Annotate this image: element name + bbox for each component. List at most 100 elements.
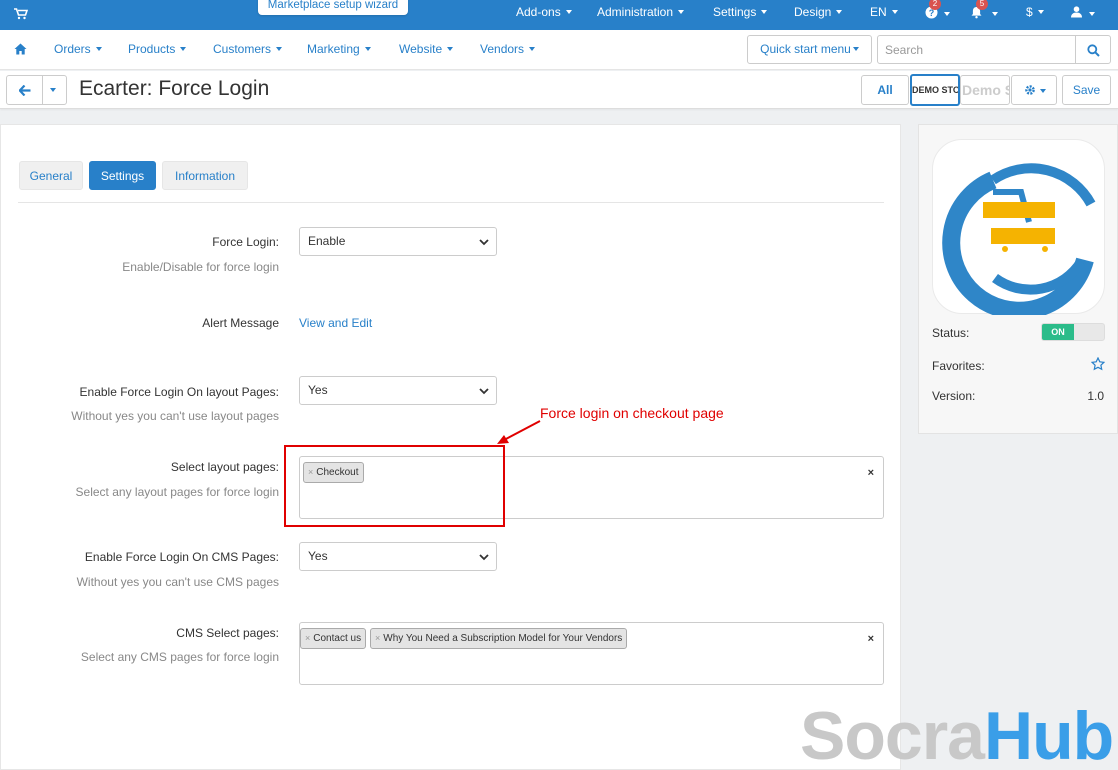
currency-menu-label: $: [1026, 5, 1033, 19]
nav-website-label: Website: [399, 42, 443, 56]
back-dropdown-button[interactable]: [42, 75, 67, 105]
chevron-down-icon: [992, 12, 998, 16]
version-value: 1.0: [1087, 389, 1104, 403]
save-button[interactable]: Save: [1062, 75, 1111, 105]
nav-orders-label: Orders: [54, 42, 91, 56]
force-login-value: Enable: [308, 234, 346, 248]
cms-pages-multiselect[interactable]: × Contact us × Why You Need a Subscription…: [299, 622, 884, 685]
chevron-down-icon: [852, 46, 859, 51]
force-login-select[interactable]: Enable: [299, 227, 497, 256]
administration-menu-label: Administration: [597, 5, 674, 19]
remove-chip-icon[interactable]: ×: [305, 633, 310, 643]
clear-all-icon[interactable]: ×: [868, 633, 874, 645]
clear-all-icon[interactable]: ×: [868, 467, 874, 479]
language-menu[interactable]: EN: [870, 0, 898, 30]
tab-settings[interactable]: Settings: [89, 161, 156, 190]
storefront-demo-store-2-logo[interactable]: Demo Store: [960, 75, 1010, 105]
search-input[interactable]: [877, 35, 1076, 64]
chip-label: Contact us: [313, 633, 362, 644]
arrow-left-icon: [19, 85, 31, 96]
cms-pages-enabled-value: Yes: [308, 549, 328, 563]
chevron-down-icon: [529, 46, 536, 51]
tab-general[interactable]: General: [19, 161, 83, 190]
chevron-down-icon: [276, 46, 283, 51]
layout-pages-enabled-hint: Without yes you can't use layout pages: [71, 409, 279, 423]
help-badge: 2: [929, 0, 941, 10]
nav-products[interactable]: Products: [128, 30, 187, 70]
currency-menu[interactable]: $: [1026, 0, 1044, 30]
top-bar: Marketplace setup wizard Add-ons Adminis…: [0, 0, 1118, 30]
nav-vendors-label: Vendors: [480, 42, 525, 56]
language-menu-label: EN: [870, 5, 887, 19]
ecarter-logo-icon: [942, 163, 1096, 320]
status-toggle[interactable]: ON: [1041, 323, 1105, 341]
annotation-arrow-icon: [497, 420, 541, 444]
search-button[interactable]: [1075, 35, 1111, 64]
chevron-down-icon: [479, 239, 489, 246]
user-icon: [1071, 6, 1082, 18]
notifications-badge: 5: [976, 0, 988, 10]
storefront-1-label: DEMO STORE: [912, 85, 960, 95]
chevron-down-icon: [944, 12, 950, 16]
all-storefronts-button[interactable]: All: [861, 75, 909, 105]
watermark-part-1: Socra: [800, 698, 985, 770]
settings-menu-label: Settings: [713, 5, 757, 19]
nav-marketing[interactable]: Marketing: [307, 30, 371, 70]
cms-select-pages-hint: Select any CMS pages for force login: [80, 650, 279, 664]
nav-vendors[interactable]: Vendors: [480, 30, 536, 70]
nav-orders[interactable]: Orders: [54, 30, 102, 70]
cms-select-pages-label: CMS Select pages:: [176, 626, 279, 640]
storefront-demo-store-logo[interactable]: DEMO STORE: [910, 74, 960, 106]
chevron-down-icon: [95, 46, 102, 51]
addons-menu-label: Add-ons: [516, 5, 561, 19]
chevron-down-icon: [180, 46, 187, 51]
gear-icon: [1025, 85, 1035, 95]
chevron-down-icon: [447, 46, 454, 51]
chevron-down-icon: [479, 554, 489, 561]
chevron-down-icon: [761, 9, 768, 14]
help-menu[interactable]: ? 2: [925, 0, 955, 30]
remove-chip-icon[interactable]: ×: [375, 633, 380, 643]
settings-dropdown-button[interactable]: [1011, 75, 1057, 105]
cms-page-chip[interactable]: × Why You Need a Subscription Model for Y…: [370, 628, 628, 649]
settings-menu[interactable]: Settings: [713, 0, 768, 30]
favorites-label: Favorites:: [932, 359, 985, 373]
tab-information[interactable]: Information: [162, 161, 248, 190]
tabs-divider: [18, 202, 884, 203]
marketplace-setup-wizard-button[interactable]: Marketplace setup wizard: [258, 0, 408, 15]
quick-start-label: Quick start menu: [760, 42, 851, 56]
chevron-down-icon: [50, 88, 56, 92]
layout-pages-enabled-label: Enable Force Login On layout Pages:: [79, 385, 279, 399]
notifications-menu[interactable]: 5: [970, 0, 1000, 30]
select-layout-pages-hint: Select any layout pages for force login: [75, 485, 279, 499]
view-and-edit-link[interactable]: View and Edit: [299, 316, 372, 330]
back-button[interactable]: [6, 75, 43, 105]
highlight-box: [284, 445, 505, 527]
nav-products-label: Products: [128, 42, 176, 56]
home-icon[interactable]: [14, 43, 27, 55]
ecarter-logo: [932, 139, 1105, 320]
chevron-down-icon: [1037, 9, 1044, 14]
addons-menu[interactable]: Add-ons: [516, 0, 572, 30]
annotation-text: Force login on checkout page: [540, 405, 724, 421]
chevron-down-icon: [1089, 12, 1095, 16]
cms-pages-enabled-select[interactable]: Yes: [299, 542, 497, 571]
design-menu[interactable]: Design: [794, 0, 843, 30]
nav-customers[interactable]: Customers: [213, 30, 283, 70]
quick-start-menu-button[interactable]: Quick start menu: [747, 35, 872, 64]
cart-icon[interactable]: [14, 8, 28, 20]
chevron-down-icon: [565, 9, 572, 14]
administration-menu[interactable]: Administration: [597, 0, 685, 30]
status-label: Status:: [932, 326, 970, 340]
chevron-down-icon: [836, 9, 843, 14]
search-icon: [1087, 44, 1100, 57]
chip-label: Why You Need a Subscription Model for Yo…: [383, 633, 623, 644]
chevron-down-icon: [479, 388, 489, 395]
main-navbar: Orders Products Customers Marketing Webs…: [0, 30, 1118, 70]
user-menu[interactable]: [1071, 0, 1101, 30]
cms-page-chip[interactable]: × Contact us: [300, 628, 367, 649]
chevron-down-icon: [891, 9, 898, 14]
nav-website[interactable]: Website: [399, 30, 454, 70]
layout-pages-enabled-select[interactable]: Yes: [299, 376, 497, 405]
star-icon[interactable]: [1091, 357, 1105, 371]
